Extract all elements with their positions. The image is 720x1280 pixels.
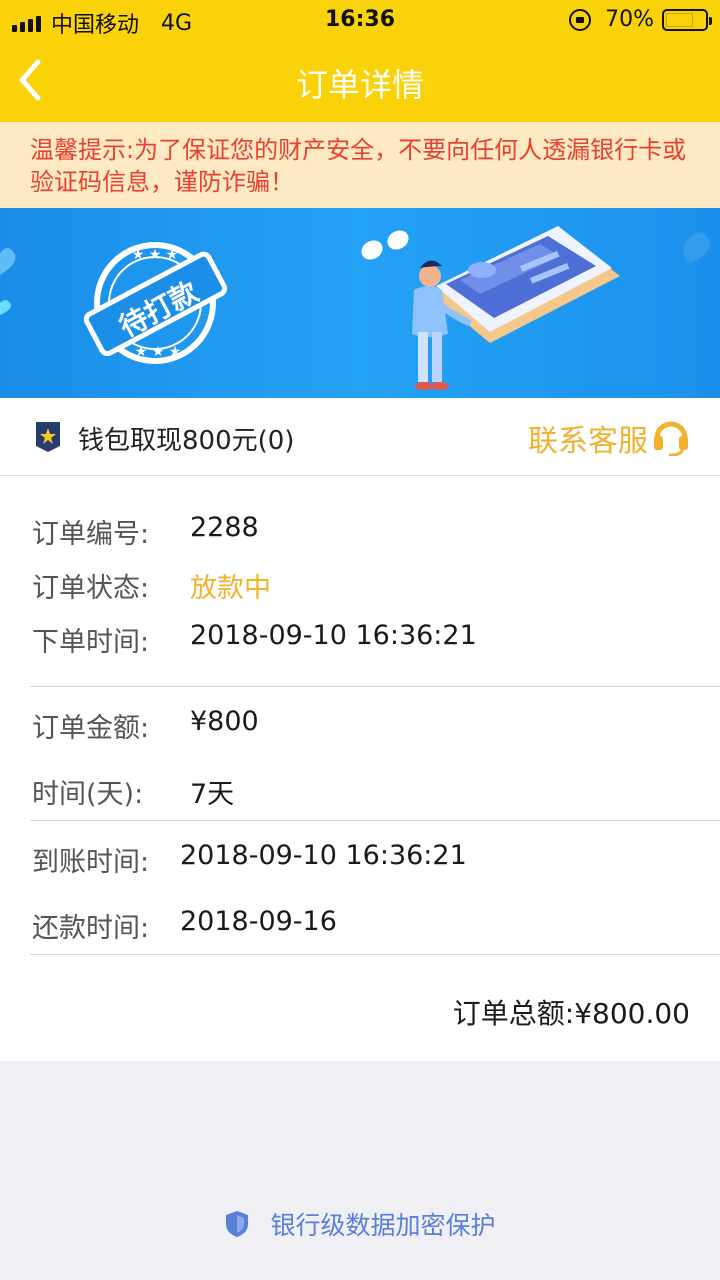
repay-time-label: 还款时间: — [32, 913, 150, 944]
order-number-label: 订单编号: — [32, 519, 150, 550]
divider — [30, 954, 720, 955]
svg-text:★ ★ ★: ★ ★ ★ — [132, 247, 179, 263]
order-created-row: 下单时间: 2018-09-10 16:36:21 — [32, 620, 477, 659]
order-number-value: 2288 — [190, 512, 259, 543]
order-total-value: ¥800.00 — [574, 997, 690, 1030]
battery-icon — [662, 8, 712, 31]
page-title: 订单详情 — [295, 66, 424, 104]
repay-time-value: 2018-09-16 — [180, 906, 337, 937]
loan-days-row: 时间(天): 7天 — [32, 772, 234, 811]
order-amount-row: 订单金额: ¥800 — [32, 706, 259, 745]
repay-time-row: 还款时间: 2018-09-16 — [32, 906, 337, 945]
headset-icon[interactable] — [652, 416, 690, 456]
order-created-label: 下单时间: — [32, 627, 150, 658]
arrival-time-label: 到账时间: — [32, 847, 150, 878]
order-total: 订单总额:¥800.00 — [453, 992, 690, 1032]
banner-illustration: ★ ★ ★ ★ ★ ★ — [0, 226, 710, 390]
order-details: 订单编号: 2288 订单状态: 放款中 下单时间: 2018-09-10 16… — [0, 476, 720, 1061]
status-banner: ★ ★ ★ ★ ★ ★ 待打款 — [0, 208, 720, 398]
shield-badge-icon — [36, 422, 60, 452]
security-footer: 银行级数据加密保护 — [0, 1206, 720, 1246]
divider — [30, 686, 720, 687]
security-notice: 温馨提示:为了保证您的财产安全，不要向任何人透漏银行卡或验证码信息，谨防诈骗！ — [0, 122, 720, 208]
order-title-row: 钱包取现800元(0) 联系客服 — [0, 398, 720, 476]
svg-text:★ ★ ★: ★ ★ ★ — [135, 344, 182, 360]
order-amount-value: ¥800 — [190, 706, 259, 737]
rotation-lock-icon — [569, 8, 592, 31]
battery-percent: 70% — [605, 7, 654, 32]
loan-days-label: 时间(天): — [32, 779, 144, 810]
order-title: 钱包取现800元(0) — [78, 426, 295, 456]
order-total-label: 订单总额: — [452, 997, 575, 1030]
order-status-label: 订单状态: — [32, 573, 150, 604]
shield-icon — [226, 1211, 249, 1237]
nav-bar: 订单详情 — [0, 40, 720, 122]
divider — [30, 820, 720, 821]
arrival-time-value: 2018-09-10 16:36:21 — [180, 840, 467, 871]
arrival-time-row: 到账时间: 2018-09-10 16:36:21 — [32, 840, 467, 879]
contact-service-button[interactable]: 联系客服 — [528, 416, 648, 460]
order-status-value: 放款中 — [190, 573, 271, 604]
order-created-value: 2018-09-10 16:36:21 — [190, 620, 477, 651]
status-bar: 中国移动 4G 16:36 70% — [0, 0, 720, 40]
order-number-row: 订单编号: 2288 — [32, 512, 259, 551]
notice-text: 温馨提示:为了保证您的财产安全，不要向任何人透漏银行卡或验证码信息，谨防诈骗！ — [30, 136, 687, 196]
order-detail-page: 中国移动 4G 16:36 70% 订单详情 温馨提示:为了保证您的财产安全，不… — [0, 0, 720, 1280]
order-amount-label: 订单金额: — [32, 713, 150, 744]
header: 中国移动 4G 16:36 70% 订单详情 — [0, 0, 720, 122]
loan-days-value: 7天 — [190, 779, 235, 810]
order-status-row: 订单状态: 放款中 — [32, 566, 271, 605]
security-text: 银行级数据加密保护 — [270, 1211, 496, 1240]
